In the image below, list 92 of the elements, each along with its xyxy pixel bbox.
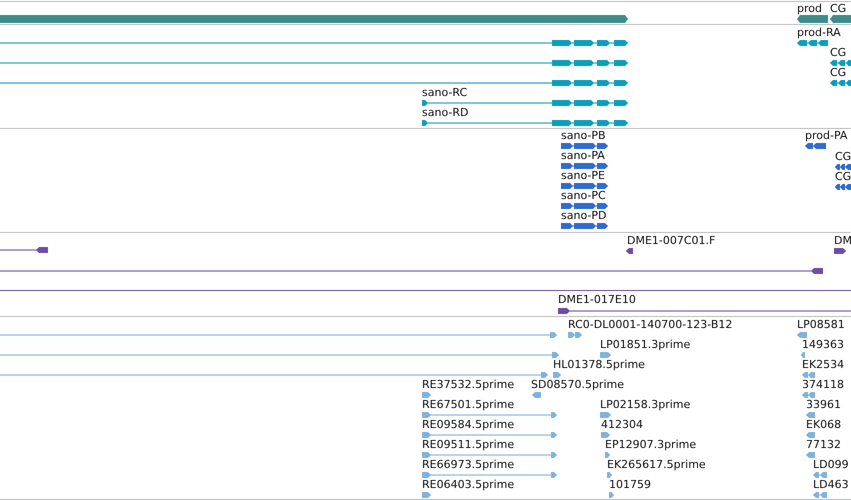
est-glyph[interactable] bbox=[0, 372, 548, 378]
feature-label: CG bbox=[830, 66, 846, 80]
feature-label: LP08581 bbox=[797, 318, 845, 332]
est-glyph[interactable] bbox=[806, 432, 815, 438]
feature-label: DM bbox=[834, 234, 851, 248]
feature-label: EK265617.5prime bbox=[607, 458, 706, 472]
transcript-glyph[interactable] bbox=[830, 60, 851, 66]
feature-label: 101759 bbox=[609, 478, 651, 492]
feature-label: sano-PA bbox=[561, 149, 605, 163]
feature-label: SD08570.5prime bbox=[531, 378, 624, 392]
feature-label: RE09511.5prime bbox=[422, 438, 514, 452]
feature-label: EK2534 bbox=[802, 358, 844, 372]
protein-glyph[interactable] bbox=[561, 223, 608, 229]
gene-glyph[interactable] bbox=[797, 15, 828, 23]
feature-label: RC0-DL0001-140700-123-B12 bbox=[568, 318, 732, 332]
est-glyph[interactable] bbox=[601, 432, 610, 438]
feature-label: RE67501.5prime bbox=[422, 398, 514, 412]
est-glyph[interactable] bbox=[806, 412, 815, 418]
est-glyph[interactable] bbox=[0, 352, 559, 358]
est-glyph[interactable] bbox=[605, 452, 610, 458]
clone-glyph[interactable] bbox=[0, 247, 48, 253]
transcript-glyph[interactable] bbox=[422, 100, 628, 106]
est-glyph[interactable] bbox=[553, 372, 561, 378]
feature-label: 374118 bbox=[802, 378, 844, 392]
feature-label: 33961 bbox=[806, 398, 841, 412]
protein-glyph[interactable] bbox=[805, 143, 826, 149]
feature-label: sano-RC bbox=[422, 86, 468, 100]
est-glyph[interactable] bbox=[802, 392, 815, 398]
est-glyph[interactable] bbox=[422, 452, 557, 458]
transcript-glyph[interactable] bbox=[830, 80, 851, 86]
est-glyph[interactable] bbox=[422, 472, 557, 478]
est-glyph[interactable] bbox=[422, 492, 431, 498]
feature-label: sano-PB bbox=[561, 129, 606, 143]
feature-label: LP01851.3prime bbox=[600, 338, 690, 352]
transcript-glyph[interactable] bbox=[0, 80, 628, 86]
transcript-glyph[interactable] bbox=[797, 40, 828, 46]
feature-label: LP02158.3prime bbox=[600, 398, 690, 412]
est-glyph[interactable] bbox=[813, 492, 827, 498]
feature-label: 149363 bbox=[802, 338, 844, 352]
est-glyph[interactable] bbox=[797, 332, 807, 338]
feature-label: prod-PA bbox=[805, 129, 848, 143]
feature-label: RE06403.5prime bbox=[422, 478, 514, 492]
protein-glyph[interactable] bbox=[561, 183, 608, 189]
feature-label: CG bbox=[835, 150, 851, 164]
est-glyph[interactable] bbox=[422, 412, 557, 418]
feature-label: sano-PE bbox=[561, 169, 605, 183]
est-glyph[interactable] bbox=[422, 392, 431, 398]
feature-label: HL01378.5prime bbox=[553, 358, 645, 372]
feature-label: RE09584.5prime bbox=[422, 418, 514, 432]
transcript-glyph[interactable] bbox=[422, 120, 628, 126]
feature-label: RE37532.5prime bbox=[422, 378, 514, 392]
est-glyph[interactable] bbox=[0, 332, 557, 338]
est-glyph[interactable] bbox=[813, 472, 827, 478]
transcript-glyph[interactable] bbox=[0, 40, 628, 46]
clone-glyph[interactable] bbox=[626, 248, 633, 254]
feature-label: prod-RA bbox=[797, 26, 841, 40]
clone-glyph[interactable] bbox=[834, 248, 846, 254]
est-glyph[interactable] bbox=[600, 352, 611, 358]
feature-label: 412304 bbox=[601, 418, 643, 432]
est-glyph[interactable] bbox=[609, 492, 614, 498]
est-glyph[interactable] bbox=[422, 432, 557, 438]
est-glyph[interactable] bbox=[568, 332, 582, 338]
feature-label: RE66973.5prime bbox=[422, 458, 514, 472]
feature-label: sano-PC bbox=[561, 189, 606, 203]
est-glyph[interactable] bbox=[806, 452, 815, 458]
est-glyph[interactable] bbox=[801, 352, 805, 358]
transcript-glyph[interactable] bbox=[0, 60, 628, 66]
feature-label: EP12907.3prime bbox=[605, 438, 696, 452]
clone-glyph[interactable] bbox=[558, 308, 851, 314]
est-glyph[interactable] bbox=[532, 392, 541, 398]
feature-label: sano-RD bbox=[422, 106, 468, 120]
feature-label: DME1-017E10 bbox=[558, 293, 636, 307]
feature-label: CG bbox=[835, 170, 851, 184]
feature-label: CG bbox=[830, 2, 846, 16]
feature-label: LD099 bbox=[813, 458, 849, 472]
clone-glyph[interactable] bbox=[0, 268, 823, 274]
est-glyph[interactable] bbox=[802, 372, 815, 378]
est-glyph[interactable] bbox=[600, 412, 611, 418]
est-glyph[interactable] bbox=[607, 472, 612, 478]
protein-glyph[interactable] bbox=[835, 164, 851, 170]
feature-label: 77132 bbox=[806, 438, 841, 452]
protein-glyph[interactable] bbox=[561, 163, 608, 169]
gene-glyph[interactable] bbox=[830, 15, 851, 23]
feature-label: DME1-007C01.F bbox=[627, 234, 716, 248]
protein-glyph[interactable] bbox=[561, 203, 608, 209]
feature-label: LD463 bbox=[813, 478, 849, 492]
feature-label: CG bbox=[830, 46, 846, 60]
feature-label: EK068 bbox=[806, 418, 842, 432]
protein-glyph[interactable] bbox=[561, 143, 608, 149]
protein-glyph[interactable] bbox=[835, 184, 851, 190]
feature-label: sano-PD bbox=[561, 209, 606, 223]
feature-label: prod bbox=[797, 2, 822, 16]
